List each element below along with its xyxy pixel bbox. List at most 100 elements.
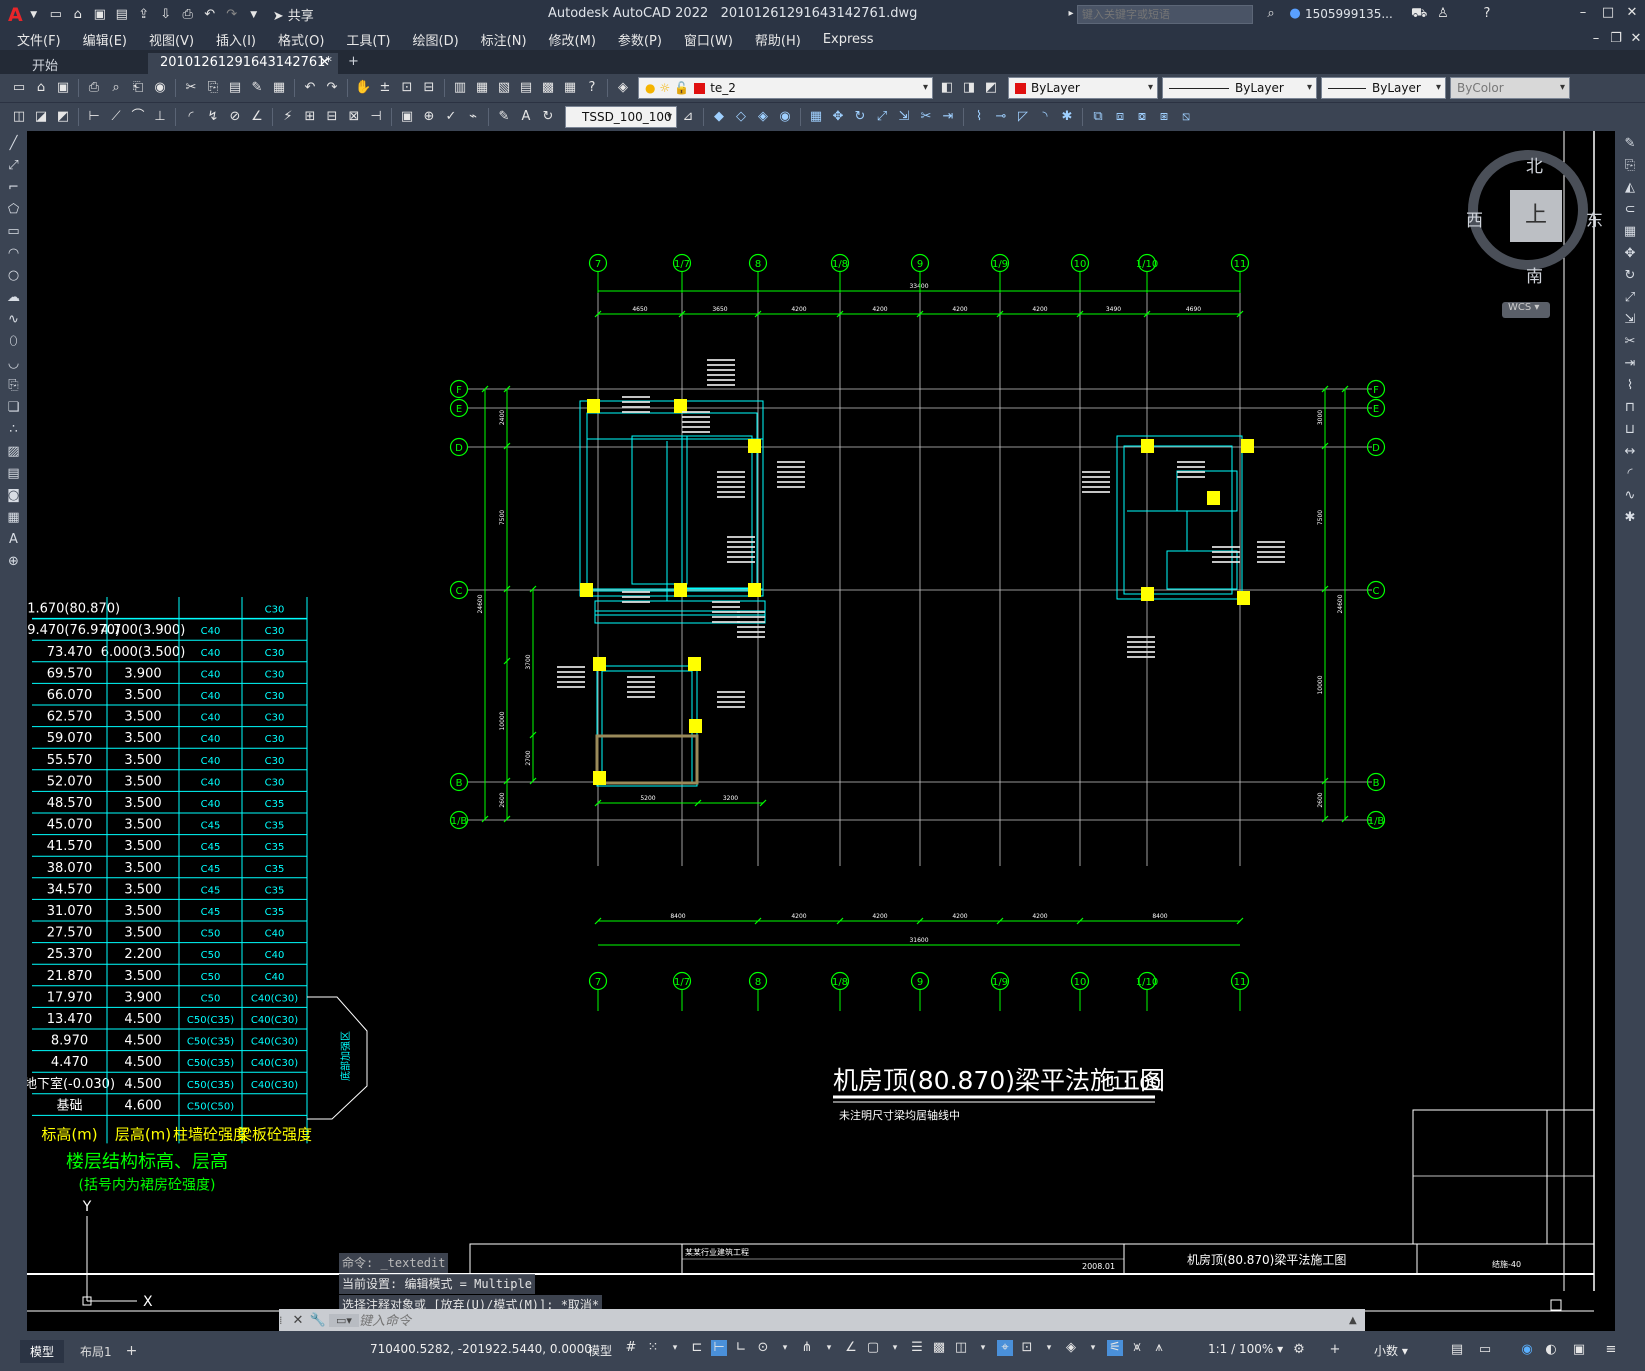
menu-modify[interactable]: 修改(M) (538, 30, 607, 49)
properties-icon[interactable]: ▥ (452, 80, 468, 96)
quick-dim-icon[interactable]: ⚡ (280, 109, 296, 125)
menu-help[interactable]: 帮助(H) (744, 30, 812, 49)
tab-drawing[interactable]: 20101261291643142761* ✕ (148, 53, 338, 74)
compass-north[interactable]: 北 (1526, 152, 1543, 177)
layout-tab-layout1[interactable]: 布局1 (70, 1340, 122, 1363)
explode-icon[interactable]: ✱ (1059, 109, 1075, 125)
mirror-icon[interactable]: ◈ (755, 109, 771, 125)
import-icon[interactable]: ⇩ (158, 7, 174, 23)
preview-icon[interactable]: ⌕ (108, 80, 124, 96)
publish-icon[interactable]: ⎗ (130, 80, 146, 96)
extend-icon[interactable]: ⇥ (940, 109, 956, 125)
new-tab-button[interactable]: + (340, 53, 368, 74)
aligned-dim-icon[interactable]: ⟋ (108, 109, 124, 125)
annotation-monitor-icon[interactable]: + (1327, 1342, 1343, 1358)
redo-icon[interactable]: ↷ (224, 7, 240, 23)
layer-properties-icon[interactable]: ◈ (615, 80, 631, 96)
viewcube-face-top[interactable]: 上 (1510, 190, 1562, 242)
menu-tools[interactable]: 工具(T) (335, 30, 401, 49)
close-icon[interactable]: ✕ (1624, 5, 1640, 21)
user-icon[interactable]: ● (1287, 6, 1303, 22)
lineweight-icon[interactable]: ☰ (909, 1340, 925, 1356)
break-point-side-icon[interactable]: ⌇ (1621, 377, 1639, 395)
tolerance-icon[interactable]: ▣ (399, 109, 415, 125)
maximize-icon[interactable]: □ (1600, 5, 1616, 21)
polar-icon[interactable]: ⊙ (755, 1340, 771, 1356)
app-logo[interactable]: A (8, 4, 23, 26)
polyline-icon[interactable]: ⌐ (5, 179, 23, 197)
workspace-gear-icon[interactable]: ⚙ (1291, 1342, 1307, 1358)
blend-side-icon[interactable]: ∿ (1621, 487, 1639, 505)
mirror-side-icon[interactable]: ◭ (1621, 179, 1639, 197)
wcs-dropdown[interactable]: WCS ▾ (1502, 302, 1550, 318)
draworder-back-icon[interactable]: ⧈ (1112, 109, 1128, 125)
dim-text-edit-icon[interactable]: A (518, 109, 534, 125)
lock-ui-icon[interactable]: ▭ (1477, 1342, 1493, 1358)
isodraft-icon[interactable]: ⋔ (799, 1340, 815, 1356)
draworder-front-icon[interactable]: ⧉ (1090, 109, 1106, 125)
move-icon[interactable]: ✥ (830, 109, 846, 125)
compass-south[interactable]: 南 (1526, 262, 1543, 287)
scale-side-icon[interactable]: ⤢ (1621, 289, 1639, 307)
move-side-icon[interactable]: ✥ (1621, 245, 1639, 263)
array-side-icon[interactable]: ▦ (1621, 223, 1639, 241)
block-editor-icon[interactable]: ▦ (271, 80, 287, 96)
menu-window[interactable]: 窗口(W) (673, 30, 744, 49)
isolate-objects-icon[interactable]: ◉ (1519, 1342, 1535, 1358)
annotation-visibility-icon[interactable]: ⩙ (1129, 1340, 1145, 1356)
design-center-icon[interactable]: ▦ (474, 80, 490, 96)
3d-dwf-icon[interactable]: ◉ (152, 80, 168, 96)
make-current-icon[interactable]: ◧ (939, 80, 955, 96)
user-name[interactable]: 1505999135... (1305, 7, 1393, 21)
command-scroll-icon[interactable]: ▲ (1349, 1315, 1365, 1326)
gradient-icon[interactable]: ▤ (5, 465, 23, 483)
menu-insert[interactable]: 插入(I) (205, 30, 267, 49)
pan-icon[interactable]: ✋ (355, 80, 371, 96)
redo-tool-icon[interactable]: ↷ (324, 80, 340, 96)
new-icon[interactable]: ▭ (48, 7, 64, 23)
doc-restore-icon[interactable]: ❐ (1608, 31, 1624, 47)
quick-properties-icon[interactable]: ▤ (1449, 1342, 1465, 1358)
help-tool-icon[interactable]: ? (584, 80, 600, 96)
export-icon[interactable]: ⇪ (136, 7, 152, 23)
linear-dim-icon[interactable]: ⊢ (86, 109, 102, 125)
calculator-icon[interactable]: ▦ (562, 80, 578, 96)
chevron-down-icon[interactable]: ▾ (821, 1340, 837, 1356)
trim-icon[interactable]: ✂ (918, 109, 934, 125)
jogged-dim-icon[interactable]: ↯ (205, 109, 221, 125)
table-icon[interactable]: ▦ (5, 509, 23, 527)
coordinates-readout[interactable]: 710400.5282, -201922.5440, 0.0000 (370, 1342, 592, 1356)
grid-icon[interactable]: # (623, 1340, 639, 1356)
trim-side-icon[interactable]: ✂ (1621, 333, 1639, 351)
dim-space-icon[interactable]: ⊠ (346, 109, 362, 125)
menu-view[interactable]: 视图(V) (138, 30, 205, 49)
draworder-above-icon[interactable]: ⧇ (1134, 109, 1150, 125)
qat-dropdown-icon[interactable]: ▼ (246, 7, 262, 23)
ellipse-arc-icon[interactable]: ◡ (5, 355, 23, 373)
zoom-window-icon[interactable]: ⊡ (399, 80, 415, 96)
menu-express[interactable]: Express (812, 32, 885, 47)
lineweight-dropdown[interactable]: ByLayer ▾ (1321, 77, 1446, 99)
insert-block-icon[interactable]: ⎘ (5, 377, 23, 395)
radius-dim-icon[interactable]: ◜ (183, 109, 199, 125)
graphics-performance-icon[interactable]: ◐ (1543, 1342, 1559, 1358)
undo-tool-icon[interactable]: ↶ (302, 80, 318, 96)
line-icon[interactable]: ╱ (5, 135, 23, 153)
gizmo-icon[interactable]: ⚟ (1107, 1340, 1123, 1356)
scale-icon[interactable]: ⤢ (874, 109, 890, 125)
fillet-icon[interactable]: ◝ (1037, 109, 1053, 125)
autodesk-account-icon[interactable]: ♙ (1435, 6, 1451, 22)
tool-icon[interactable]: ◫ (11, 109, 27, 125)
undo-icon[interactable]: ↶ (202, 7, 218, 23)
array-icon[interactable]: ▦ (808, 109, 824, 125)
cart-icon[interactable]: ⛟ (1411, 6, 1427, 22)
add-selected-icon[interactable]: ⊕ (5, 553, 23, 571)
linetype-dropdown[interactable]: ByLayer ▾ (1162, 77, 1317, 99)
erase-side-icon[interactable]: ✎ (1621, 135, 1639, 153)
chevron-down-icon[interactable]: ▾ (975, 1340, 991, 1356)
hatch-icon[interactable]: ▨ (5, 443, 23, 461)
search-icon[interactable]: ⌕ (1263, 6, 1279, 22)
ortho-icon[interactable]: ∟ (733, 1340, 749, 1356)
help-icon[interactable]: ? (1479, 6, 1495, 22)
layer-freeze-icon[interactable]: ☼ (659, 78, 670, 98)
